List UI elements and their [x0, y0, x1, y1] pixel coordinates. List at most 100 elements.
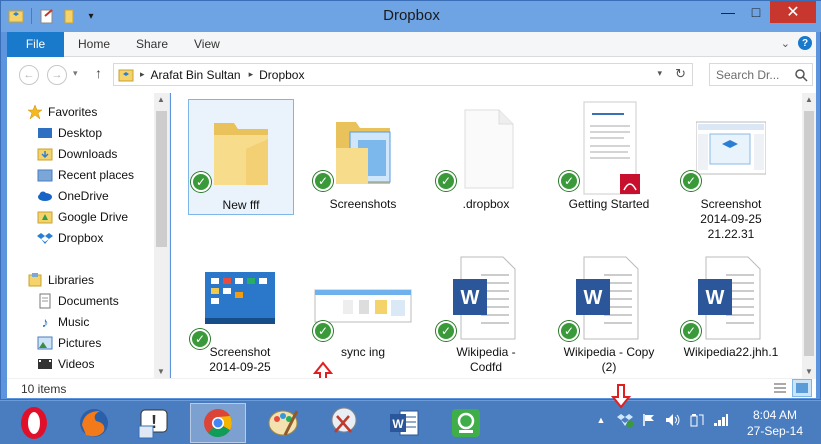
file-tile-getting-started[interactable]: ✓ Getting Started [557, 99, 661, 215]
up-arrow-icon[interactable]: ↑ [95, 65, 102, 81]
file-tile-dropbox-hidden[interactable]: ✓ .dropbox [434, 99, 538, 215]
file-tile-screenshot-21-22-31[interactable]: ✓ Screenshot 2014-09-25 21.22.31 [679, 99, 783, 241]
file-tile-wikipedia-codfd[interactable]: W ✓ Wikipedia - Codfd [434, 249, 538, 375]
breadcrumb-separator-icon[interactable]: ▸ [140, 69, 145, 80]
sidebar-item-google-drive[interactable]: Google Drive [37, 207, 128, 227]
taskbar-opera[interactable] [6, 403, 62, 443]
breadcrumb-user[interactable]: Arafat Bin Sultan [151, 68, 241, 82]
taskbar-clock[interactable]: 8:04 AM 27-Sep-14 [738, 407, 812, 439]
sidebar-item-videos[interactable]: Videos [37, 354, 94, 374]
taskbar: ! W ▲ 8:04 AM 27-Sep-14 [0, 384, 821, 444]
dropbox-tray-icon[interactable] [616, 411, 634, 429]
clock-date: 27-Sep-14 [746, 424, 804, 438]
navpane-scrollbar[interactable]: ▲ ▼ [154, 93, 169, 378]
navpane-scroll-thumb[interactable] [156, 111, 167, 247]
minimize-button[interactable]: — [714, 1, 742, 23]
explorer-window: ▾ Dropbox — □ ✕ File Home Share View ⌄ ?… [0, 0, 821, 400]
title-bar[interactable]: ▾ Dropbox — □ ✕ [1, 1, 821, 32]
file-tile-screenshot-2014-09-25[interactable]: ✓ Screenshot 2014-09-25 [188, 249, 292, 375]
word-app-icon: W [390, 410, 419, 436]
power-battery-icon[interactable] [688, 411, 706, 429]
libraries-icon [27, 272, 43, 288]
taskbar-word[interactable]: W [376, 403, 432, 443]
search-input[interactable]: Search Dr... [716, 68, 779, 82]
taskbar-snipping-tool[interactable] [316, 403, 372, 443]
file-tile-screenshots[interactable]: ✓ Screenshots [311, 99, 415, 215]
snipping-tool-icon [331, 407, 357, 433]
taskbar-paint[interactable] [256, 403, 312, 443]
sidebar-item-libraries[interactable]: Libraries [27, 270, 94, 290]
large-icons-view-button[interactable] [792, 379, 812, 397]
show-hidden-icons-chevron-icon[interactable]: ▲ [592, 411, 610, 429]
sidebar-item-documents[interactable]: Documents [37, 291, 119, 311]
help-icon[interactable]: ? [798, 36, 812, 50]
location-dropbox-icon [118, 67, 134, 83]
taskbar-firefox[interactable] [66, 403, 122, 443]
sidebar-item-desktop[interactable]: Desktop [37, 123, 102, 143]
scroll-up-icon[interactable]: ▲ [157, 95, 165, 104]
back-button[interactable]: ← [19, 65, 39, 85]
sync-check-icon: ✓ [559, 321, 579, 341]
svg-text:W: W [584, 287, 603, 309]
file-tile-new-fff[interactable]: ✓ New fff [188, 99, 294, 215]
file-tile-wikipedia-copy-2[interactable]: W ✓ Wikipedia - Copy (2) [557, 249, 661, 375]
scroll-down-icon[interactable]: ▼ [805, 367, 813, 376]
file-view: ✓ New fff ✓ Screenshots ✓ .dropbox ✓ Get… [171, 93, 802, 386]
sync-check-icon: ✓ [681, 321, 701, 341]
tab-view[interactable]: View [194, 32, 220, 57]
details-view-button[interactable] [770, 379, 790, 397]
tab-home[interactable]: Home [78, 32, 110, 57]
refresh-icon[interactable]: ↻ [675, 66, 686, 82]
sidebar-item-downloads[interactable]: Downloads [37, 144, 117, 164]
search-box[interactable]: Search Dr... [709, 63, 813, 86]
pictures-icon [37, 335, 53, 351]
sidebar-item-onedrive[interactable]: OneDrive [37, 186, 109, 206]
expand-ribbon-chevron-icon[interactable]: ⌄ [781, 37, 790, 50]
scroll-down-icon[interactable]: ▼ [157, 367, 165, 376]
google-drive-folder-icon [37, 209, 53, 225]
sidebar-item-favorites[interactable]: Favorites [27, 102, 97, 122]
chrome-icon [204, 409, 232, 438]
sync-check-icon: ✓ [436, 321, 456, 341]
taskbar-chrome[interactable] [190, 403, 246, 443]
taskbar-green-app[interactable] [438, 403, 494, 443]
file-tile-wikipedia22[interactable]: W ✓ Wikipedia22.jhh.1 [679, 249, 783, 365]
file-view-scrollbar[interactable]: ▲ ▼ [802, 93, 816, 378]
file-view-scroll-thumb[interactable] [804, 111, 814, 356]
file-tile-sync-ing[interactable]: ✓ sync ing [311, 249, 415, 365]
clock-time: 8:04 AM [752, 408, 798, 422]
sidebar-item-music[interactable]: ♪ Music [37, 312, 90, 332]
star-icon [27, 104, 43, 120]
search-icon[interactable] [794, 68, 808, 85]
desktop-icon [37, 125, 53, 141]
item-count: 10 items [21, 382, 67, 396]
forward-arrow-icon: → [51, 69, 63, 81]
breadcrumb-dropbox[interactable]: Dropbox [259, 68, 304, 82]
annotation-down-arrow-icon [611, 384, 631, 409]
maximize-button[interactable]: □ [742, 1, 770, 23]
dropbox-icon [37, 230, 53, 246]
help-speech-icon: ! [138, 409, 168, 439]
details-view-icon [774, 383, 786, 393]
close-button[interactable]: ✕ [770, 1, 816, 23]
recent-locations-chevron-icon[interactable]: ▾ [73, 68, 78, 79]
network-signal-icon[interactable] [712, 411, 730, 429]
sidebar-item-dropbox[interactable]: Dropbox [37, 228, 103, 248]
volume-icon[interactable] [664, 411, 682, 429]
onedrive-cloud-icon [37, 188, 53, 204]
tab-file[interactable]: File [7, 32, 64, 57]
scroll-up-icon[interactable]: ▲ [805, 95, 813, 104]
opera-icon [21, 407, 47, 439]
sidebar-item-pictures[interactable]: Pictures [37, 333, 101, 353]
tab-share[interactable]: Share [136, 32, 168, 57]
breadcrumb-separator-icon[interactable]: ▸ [249, 69, 254, 80]
action-center-flag-icon[interactable] [640, 411, 658, 429]
sync-check-icon: ✓ [313, 171, 333, 191]
address-bar[interactable]: ▸ Arafat Bin Sultan ▸ Dropbox ▾ ↻ [113, 63, 693, 86]
svg-text:W: W [706, 287, 725, 309]
taskbar-help-tool[interactable]: ! [126, 403, 182, 443]
forward-button[interactable]: → [47, 65, 67, 85]
address-dropdown-chevron-icon[interactable]: ▾ [657, 68, 662, 79]
music-note-icon: ♪ [41, 314, 49, 330]
sidebar-item-recent-places[interactable]: Recent places [37, 165, 134, 185]
